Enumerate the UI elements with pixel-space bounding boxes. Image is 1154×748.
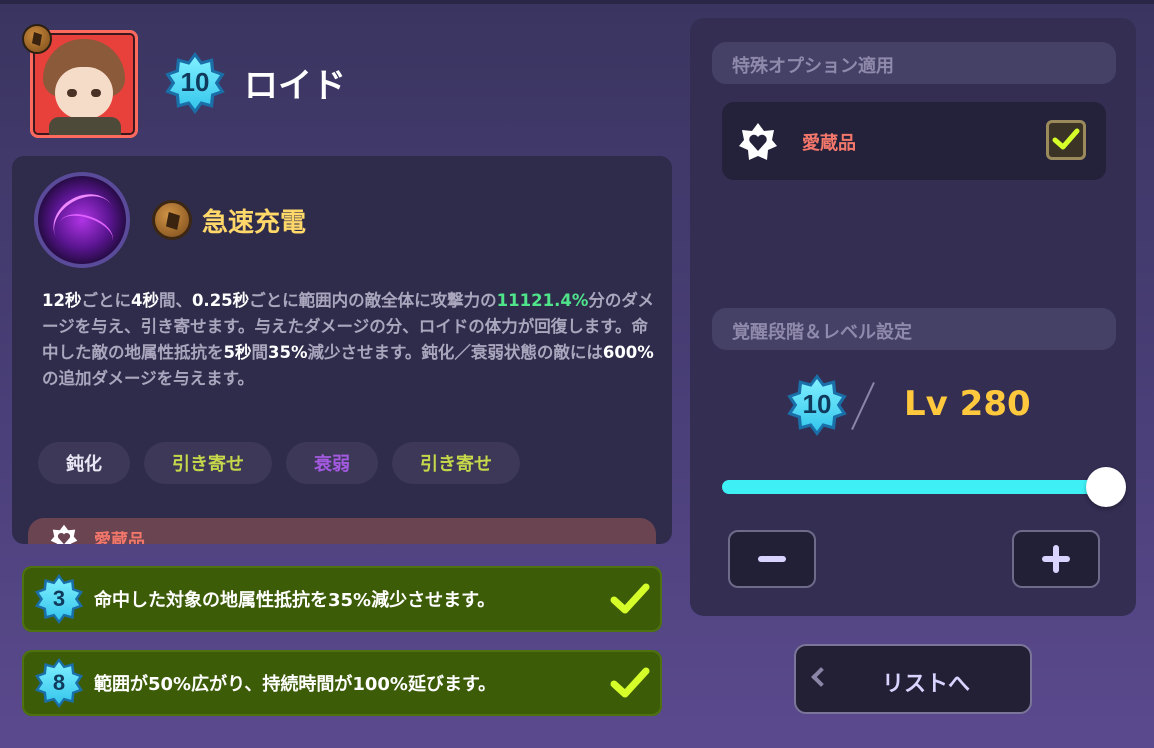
- skill-favorite-strip: 愛蔵品: [28, 518, 656, 544]
- skill-panel: 急速充電 12秒ごとに4秒間、0.25秒ごとに範囲内の敵全体に攻撃力の11121…: [12, 156, 672, 544]
- class-icon: [22, 24, 52, 54]
- skill-description-segment: の追加ダメージを与えます。: [42, 369, 255, 388]
- level-text: Lv 280: [904, 384, 1031, 424]
- option-level: 8: [38, 662, 80, 704]
- settings-panel: 特殊オプション適用 愛蔵品 覚醒段階＆レベル設定 10 Lv 280: [690, 18, 1136, 616]
- awakening-star-icon: 10: [787, 374, 847, 436]
- skill-tag: 鈍化: [38, 442, 130, 484]
- check-icon: [1052, 128, 1080, 150]
- favorite-checkbox[interactable]: [1046, 120, 1086, 160]
- option-row-1: 3 命中した対象の地属性抵抗を35%減少させます。: [22, 566, 662, 632]
- special-option-header: 特殊オプション適用: [712, 42, 1116, 84]
- back-to-list-button[interactable]: リストへ: [794, 644, 1032, 714]
- skill-description-segment: 5秒: [223, 343, 252, 362]
- back-to-list-label: リストへ: [882, 672, 971, 697]
- favorite-option-label: 愛蔵品: [802, 133, 856, 154]
- increase-level-button[interactable]: [1012, 530, 1100, 588]
- skill-description: 12秒ごとに4秒間、0.25秒ごとに範囲内の敵全体に攻撃力の11121.4%分の…: [42, 288, 654, 392]
- level-display: 10 Lv 280: [786, 370, 1046, 442]
- divider: [851, 382, 875, 430]
- favorite-heart-icon: [50, 524, 78, 544]
- hero-name: ロイド: [244, 66, 346, 106]
- skill-tags: 鈍化 引き寄せ 衰弱 引き寄せ: [38, 442, 520, 484]
- skill-description-segment: 0.25秒: [191, 291, 250, 310]
- skill-tag: 引き寄せ: [392, 442, 520, 484]
- decrease-level-button[interactable]: [728, 530, 816, 588]
- level-setting-header: 覚醒段階＆レベル設定: [712, 308, 1116, 350]
- minus-icon: [758, 556, 786, 562]
- skill-class-icon: [152, 200, 192, 240]
- skill-description-segment: ごとに: [81, 291, 131, 310]
- skill-description-segment: 減少させます。鈍化／衰弱状態の敵には: [307, 343, 603, 362]
- skill-description-segment: 間: [251, 343, 268, 362]
- skill-description-segment: 11121.4%: [496, 291, 589, 310]
- favorite-option-row[interactable]: 愛蔵品: [722, 102, 1106, 180]
- awakening-star-icon: 10: [165, 52, 225, 114]
- top-strip: [0, 0, 1154, 4]
- option-text: 命中した対象の地属性抵抗を35%減少させます。: [94, 590, 496, 611]
- favorite-heart-icon: [739, 123, 777, 160]
- check-icon: [610, 667, 650, 698]
- option-level-star-icon: 8: [35, 658, 83, 708]
- hero-awakening-level: 10: [169, 56, 220, 110]
- awakening-level: 10: [791, 378, 842, 432]
- skill-tag: 引き寄せ: [144, 442, 272, 484]
- check-icon: [610, 583, 650, 614]
- option-row-2: 8 範囲が50%広がり、持続時間が100%延びます。: [22, 650, 662, 716]
- level-slider-knob[interactable]: [1086, 467, 1126, 507]
- skill-name: 急速充電: [202, 208, 307, 238]
- skill-description-segment: 35%: [267, 343, 308, 362]
- level-slider-track[interactable]: [722, 480, 1106, 494]
- skill-description-segment: ごとに範囲内の敵全体に攻撃力の: [249, 291, 497, 310]
- skill-description-segment: 12秒: [42, 291, 82, 310]
- option-text: 範囲が50%広がり、持続時間が100%延びます。: [94, 674, 497, 695]
- skill-favorite-label: 愛蔵品: [94, 531, 145, 544]
- skill-description-segment: 4秒: [130, 291, 159, 310]
- option-level-star-icon: 3: [35, 574, 83, 624]
- skill-description-segment: 600%: [602, 343, 654, 362]
- chevron-left-icon: [811, 667, 831, 687]
- option-level: 3: [38, 578, 80, 620]
- skill-lightning-icon: [34, 172, 130, 268]
- plus-icon: [1042, 545, 1070, 573]
- skill-description-segment: 間、: [158, 291, 192, 310]
- skill-tag: 衰弱: [286, 442, 378, 484]
